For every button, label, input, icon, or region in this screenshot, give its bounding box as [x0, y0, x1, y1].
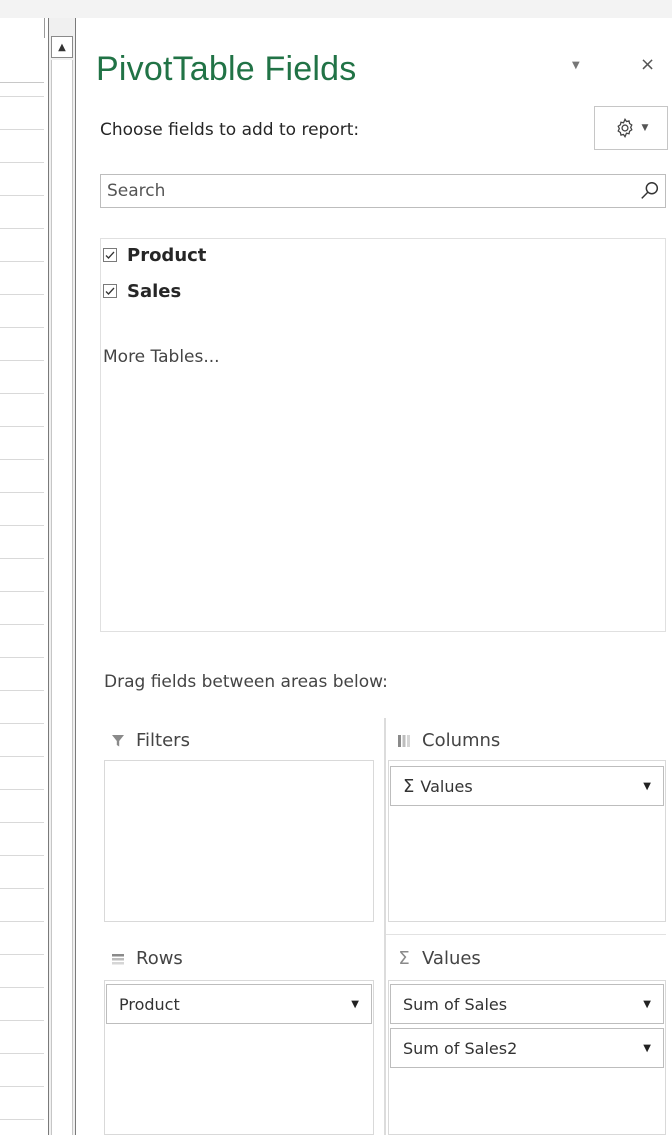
- area-title-label: Filters: [136, 730, 190, 751]
- field-list: Product Sales More Tables...: [100, 238, 666, 632]
- area-title-label: Values: [422, 948, 481, 969]
- rows-area-title: Rows: [110, 948, 183, 969]
- filter-icon: [110, 733, 126, 749]
- checkbox-checked[interactable]: [103, 248, 117, 262]
- row-line: [0, 954, 44, 955]
- drag-fields-label: Drag fields between areas below:: [104, 672, 388, 692]
- row-line: [0, 393, 44, 394]
- row-line: [0, 261, 44, 262]
- triangle-up-icon: ▲: [58, 41, 66, 53]
- gear-icon: [616, 117, 633, 139]
- row-line: [0, 624, 44, 625]
- pill-label: Sum of Sales2: [403, 1038, 518, 1058]
- checkmark-icon: [105, 287, 115, 295]
- values-area-title: Σ Values: [396, 948, 481, 969]
- row-line: [0, 822, 44, 823]
- chevron-down-icon: ▼: [572, 60, 580, 71]
- row-line: [0, 1119, 44, 1120]
- columns-item-values[interactable]: Σ Values ▼: [390, 766, 664, 806]
- tools-button[interactable]: ▼: [594, 106, 668, 150]
- scroll-up-button[interactable]: ▲: [51, 36, 73, 58]
- row-line: [0, 228, 44, 229]
- chevron-down-icon: ▼: [641, 123, 649, 133]
- row-line: [0, 492, 44, 493]
- pill-label: Values: [420, 776, 473, 796]
- row-line: [0, 162, 44, 163]
- search-input[interactable]: Search: [101, 181, 635, 201]
- columns-area-title: Columns: [396, 730, 500, 751]
- columns-icon: [396, 733, 412, 749]
- row-line: [0, 987, 44, 988]
- scroll-track[interactable]: [51, 60, 73, 1135]
- row-line: [0, 1020, 44, 1021]
- chevron-down-icon[interactable]: ▼: [643, 781, 651, 792]
- vertical-scrollbar[interactable]: ▲: [48, 18, 76, 1135]
- rows-icon: [110, 951, 126, 967]
- row-line: [0, 459, 44, 460]
- sigma-icon: Σ: [398, 948, 410, 969]
- values-item-sum-of-sales[interactable]: Sum of Sales ▼: [390, 984, 664, 1024]
- row-line: [0, 96, 44, 97]
- row-line: [0, 657, 44, 658]
- field-label: Product: [127, 244, 207, 266]
- row-line: [0, 756, 44, 757]
- row-line: [0, 1086, 44, 1087]
- area-divider-vertical: [384, 718, 386, 1135]
- field-item-product[interactable]: Product: [103, 241, 206, 269]
- close-pane-button[interactable]: ×: [640, 54, 655, 75]
- top-band: [0, 0, 672, 18]
- row-line: [0, 921, 44, 922]
- pill-label: Sum of Sales: [403, 994, 508, 1014]
- field-item-sales[interactable]: Sales: [103, 277, 181, 305]
- spreadsheet-grid[interactable]: [0, 18, 44, 1135]
- filters-area-title: Filters: [110, 730, 190, 751]
- filters-drop-zone[interactable]: [104, 760, 374, 922]
- sigma-icon: Σ: [403, 775, 415, 797]
- row-line: [0, 855, 44, 856]
- checkmark-icon: [105, 251, 115, 259]
- close-icon: ×: [640, 54, 656, 75]
- chevron-down-icon[interactable]: ▼: [643, 999, 651, 1010]
- choose-fields-label: Choose fields to add to report:: [100, 120, 360, 140]
- row-line: [0, 723, 44, 724]
- values-item-sum-of-sales2[interactable]: Sum of Sales2 ▼: [390, 1028, 664, 1068]
- pivottable-fields-pane: PivotTable Fields ▼ × Choose fields to a…: [78, 18, 672, 1135]
- pane-title: PivotTable Fields: [96, 50, 357, 88]
- row-line: [0, 129, 44, 130]
- rows-item-product[interactable]: Product ▼: [106, 984, 372, 1024]
- field-label: Sales: [127, 280, 182, 302]
- more-tables-link[interactable]: More Tables...: [103, 347, 220, 367]
- row-line: [0, 789, 44, 790]
- row-line: [0, 426, 44, 427]
- pill-label: Product: [119, 994, 180, 1014]
- row-line: [0, 1053, 44, 1054]
- checkbox-checked[interactable]: [103, 284, 117, 298]
- area-title-label: Rows: [136, 948, 183, 969]
- row-line: [0, 525, 44, 526]
- search-box[interactable]: Search: [100, 174, 666, 208]
- row-line: [0, 558, 44, 559]
- row-line: [0, 690, 44, 691]
- chevron-down-icon[interactable]: ▼: [351, 999, 359, 1010]
- row-line: [0, 888, 44, 889]
- chevron-down-icon[interactable]: ▼: [643, 1043, 651, 1054]
- row-line: [0, 195, 44, 196]
- row-line: [0, 591, 44, 592]
- header-separator: [0, 82, 44, 83]
- row-line: [0, 327, 44, 328]
- pane-options-dropdown[interactable]: ▼: [572, 60, 580, 71]
- row-line: [0, 360, 44, 361]
- area-divider-horizontal: [386, 934, 666, 935]
- area-title-label: Columns: [422, 730, 501, 751]
- search-icon[interactable]: [635, 176, 665, 206]
- row-line: [0, 294, 44, 295]
